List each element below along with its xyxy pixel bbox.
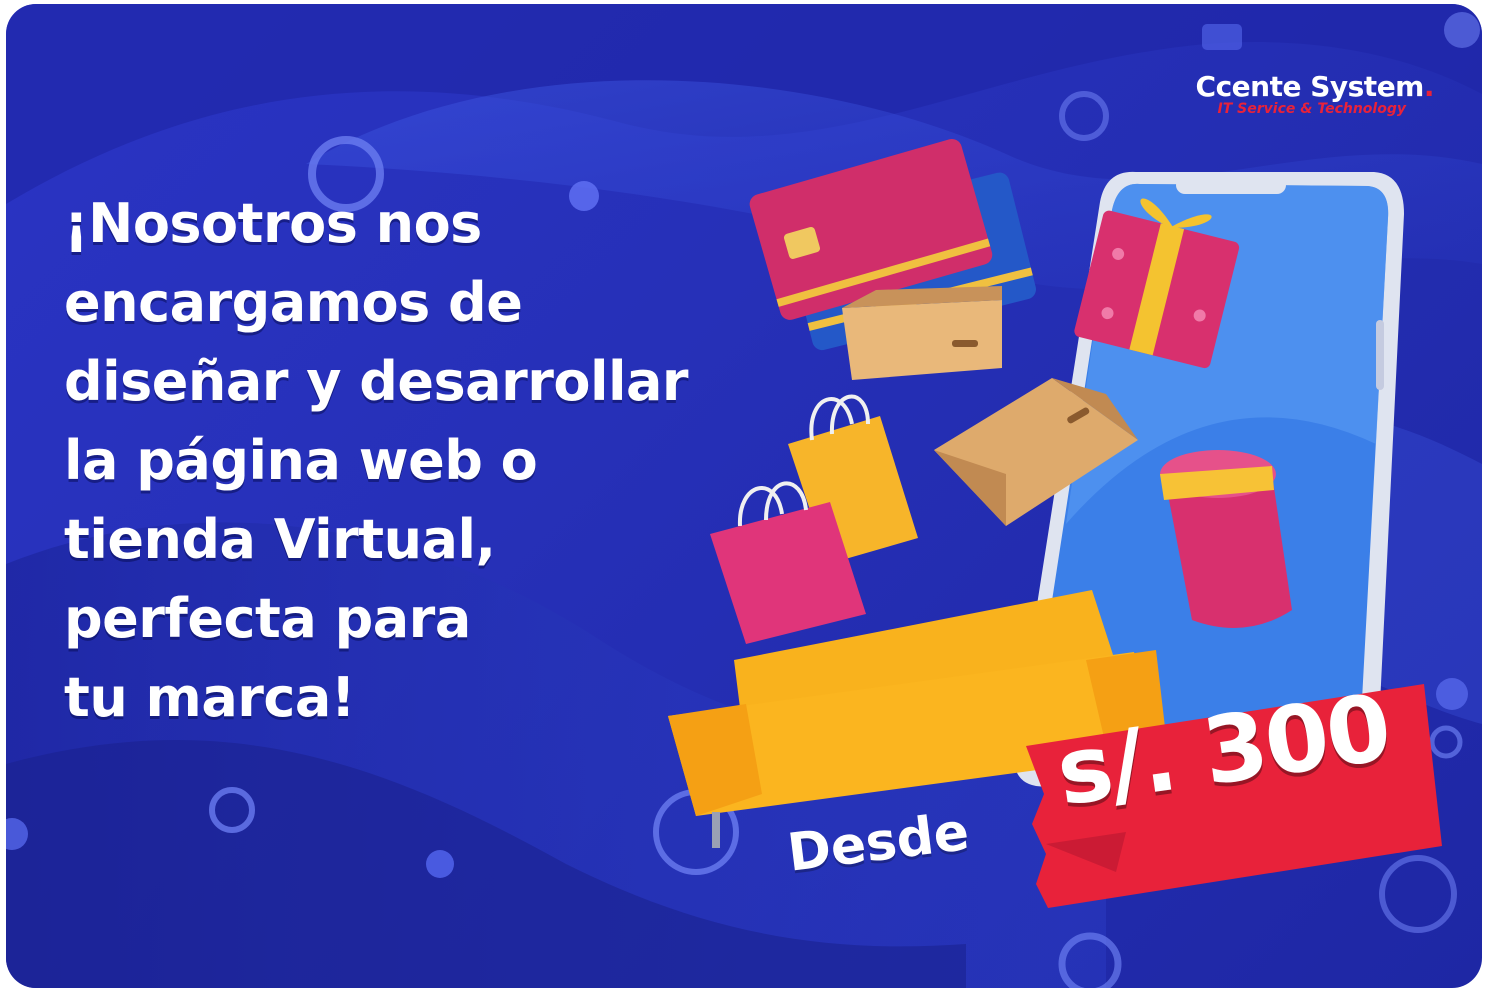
headline-line: ¡Nosotros nos: [64, 192, 482, 255]
headline-line: la página web o: [64, 429, 538, 492]
headline-line: tu marca!: [64, 666, 355, 729]
brand-name: Ccente System: [1195, 70, 1425, 103]
brand-logo: Ccente System. IT Service & Technology: [1195, 70, 1435, 117]
headline-line: diseñar y desarrollar: [64, 350, 689, 413]
headline-line: perfecta para: [64, 587, 471, 650]
shopping-bag-icon: [710, 394, 918, 644]
promo-banner: Ccente System. IT Service & Technology ¡…: [6, 4, 1482, 988]
headline: ¡Nosotros nos encargamos de diseñar y de…: [64, 184, 689, 737]
headline-line: tienda Virtual,: [64, 508, 496, 571]
brand-tagline: IT Service & Technology: [1217, 101, 1406, 117]
headline-line: encargamos de: [64, 271, 523, 334]
